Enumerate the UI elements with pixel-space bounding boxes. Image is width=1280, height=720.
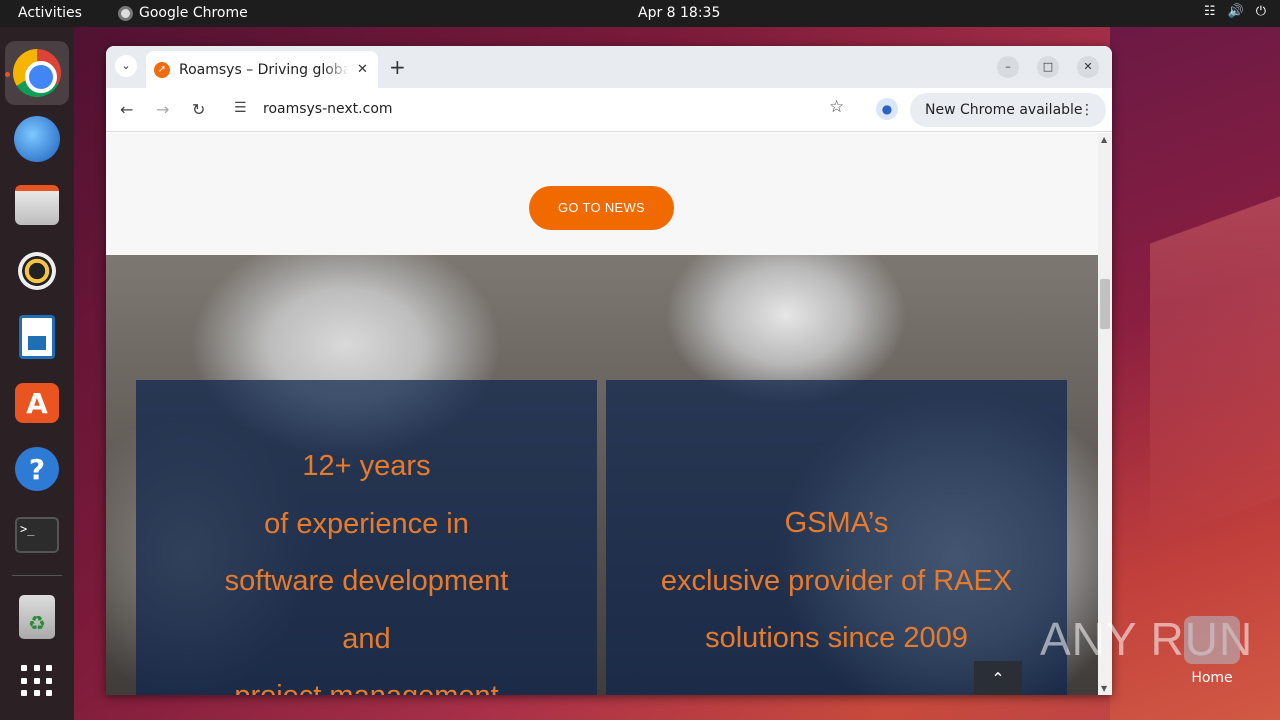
new-tab-plus-icon[interactable]: +: [389, 55, 406, 79]
activities-button[interactable]: Activities: [18, 5, 82, 21]
minimize-icon[interactable]: –: [997, 56, 1019, 78]
experience-card-text: 12+ years of experience in software develo…: [136, 438, 597, 695]
back-arrow-icon[interactable]: ←: [120, 100, 133, 119]
card-left-line: and: [342, 622, 391, 655]
chrome-small-icon: [118, 5, 133, 21]
dock-separator: [12, 575, 62, 576]
gsma-card: GSMA’s exclusive provider of RAEX solution…: [606, 380, 1067, 695]
dock: A ? >_ ♻: [0, 27, 74, 720]
close-window-icon[interactable]: ✕: [1077, 56, 1099, 78]
tab-title: Roamsys – Driving global: [179, 61, 349, 78]
dock-rhythmbox[interactable]: [13, 247, 61, 295]
dock-files[interactable]: [13, 181, 61, 229]
chrome-window: ⌄ ➚ Roamsys – Driving global ✕ + – □ ✕ ←…: [106, 46, 1112, 695]
rhythmbox-icon: [18, 252, 56, 290]
app-menu-label: Google Chrome: [139, 5, 248, 21]
experience-card: 12+ years of experience in software develo…: [136, 380, 597, 695]
system-top-bar: Activities Google Chrome Apr 8 18:35 ☷ 🔊…: [0, 0, 1280, 27]
card-right-line: exclusive provider of RAEX: [660, 564, 1013, 597]
volume-icon: 🔊: [1227, 4, 1244, 19]
browser-toolbar: ← → ↻ ☰ roamsys-next.com ☆ ● New Chrome …: [106, 88, 1112, 132]
power-icon: ⏻: [1255, 4, 1266, 19]
scroll-up-arrow-icon[interactable]: ▲: [1101, 135, 1107, 144]
tab-search-chevron-icon[interactable]: ⌄: [115, 55, 137, 77]
reload-icon[interactable]: ↻: [192, 100, 205, 119]
tab-roamsys[interactable]: ➚ Roamsys – Driving global ✕: [146, 51, 378, 88]
bookmark-star-icon[interactable]: ☆: [829, 97, 844, 117]
site-info-icon[interactable]: ☰: [234, 100, 247, 116]
scroll-down-arrow-icon[interactable]: ▼: [1101, 684, 1107, 693]
card-right-line: solutions since 2009: [705, 622, 968, 654]
show-apps-icon: [21, 665, 53, 697]
trash-icon: ♻: [19, 595, 55, 639]
update-label: New Chrome available: [925, 102, 1083, 118]
gear-hero-background: 12+ years of experience in software develo…: [106, 255, 1098, 695]
forward-arrow-icon[interactable]: →: [156, 100, 169, 119]
card-left-line: project management: [136, 668, 597, 695]
network-icon: ☷: [1203, 4, 1216, 19]
clock[interactable]: Apr 8 18:35: [638, 5, 720, 21]
thunderbird-icon: [14, 116, 60, 162]
tab-close-icon[interactable]: ✕: [357, 62, 368, 77]
go-to-news-button[interactable]: GO TO NEWS: [529, 186, 674, 230]
dock-chrome[interactable]: [13, 49, 61, 97]
dock-app-center[interactable]: A: [13, 379, 61, 427]
dock-show-apps[interactable]: [13, 657, 61, 705]
files-icon: [15, 185, 59, 225]
terminal-icon: >_: [15, 517, 59, 553]
dock-writer[interactable]: [13, 313, 61, 361]
card-left-line: 12+ years: [302, 450, 431, 482]
help-icon: ?: [15, 447, 59, 491]
app-center-icon: A: [15, 383, 59, 423]
running-indicator: [5, 72, 10, 77]
card-right-line: GSMA’s: [784, 507, 889, 539]
url-text[interactable]: roamsys-next.com: [263, 101, 393, 117]
maximize-icon[interactable]: □: [1037, 56, 1059, 78]
dock-thunderbird[interactable]: [13, 115, 61, 163]
profile-avatar-icon[interactable]: ●: [876, 98, 898, 120]
dock-trash[interactable]: ♻: [13, 593, 61, 641]
home-label: Home: [1191, 670, 1233, 686]
system-tray[interactable]: ☷ 🔊 ⏻: [1204, 4, 1266, 19]
chrome-icon: [13, 49, 61, 97]
address-bar[interactable]: ☰ roamsys-next.com: [226, 93, 862, 127]
home-folder-icon: [1184, 616, 1240, 664]
card-left-line: of experience in: [264, 507, 469, 540]
app-menu[interactable]: Google Chrome: [118, 5, 248, 21]
tab-strip: ⌄ ➚ Roamsys – Driving global ✕ + – □ ✕: [106, 46, 1112, 88]
kebab-menu-icon[interactable]: ⋮: [1080, 93, 1094, 127]
scroll-to-top-button[interactable]: ⌃: [974, 661, 1022, 695]
dock-help[interactable]: ?: [13, 445, 61, 493]
roamsys-favicon-icon: ➚: [154, 61, 170, 78]
dock-terminal[interactable]: >_: [13, 511, 61, 559]
page-viewport: GO TO NEWS 12+ years of experience in soft…: [106, 133, 1098, 695]
scrollbar-thumb[interactable]: [1100, 279, 1110, 329]
card-left-line: software development: [224, 565, 509, 597]
gsma-card-text: GSMA’s exclusive provider of RAEX solution…: [606, 495, 1067, 668]
writer-icon: [19, 315, 55, 359]
wallpaper-accent: [1150, 196, 1280, 544]
desktop-home-folder[interactable]: Home: [1180, 616, 1244, 686]
page-scrollbar[interactable]: ▲ ▼: [1098, 133, 1112, 695]
update-chrome-button[interactable]: New Chrome available ⋮: [910, 93, 1106, 127]
